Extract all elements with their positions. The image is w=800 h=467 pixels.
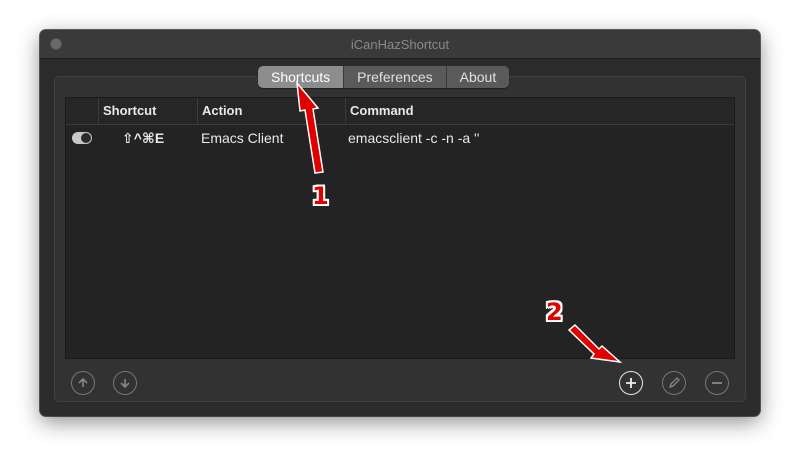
- annotation-arrow-1: [295, 80, 324, 174]
- annotation-label-2: 2: [546, 298, 563, 326]
- annotation-arrows: [295, 80, 623, 364]
- annotation-arrow-2: [567, 323, 623, 364]
- annotation-label-1: 1: [312, 182, 329, 210]
